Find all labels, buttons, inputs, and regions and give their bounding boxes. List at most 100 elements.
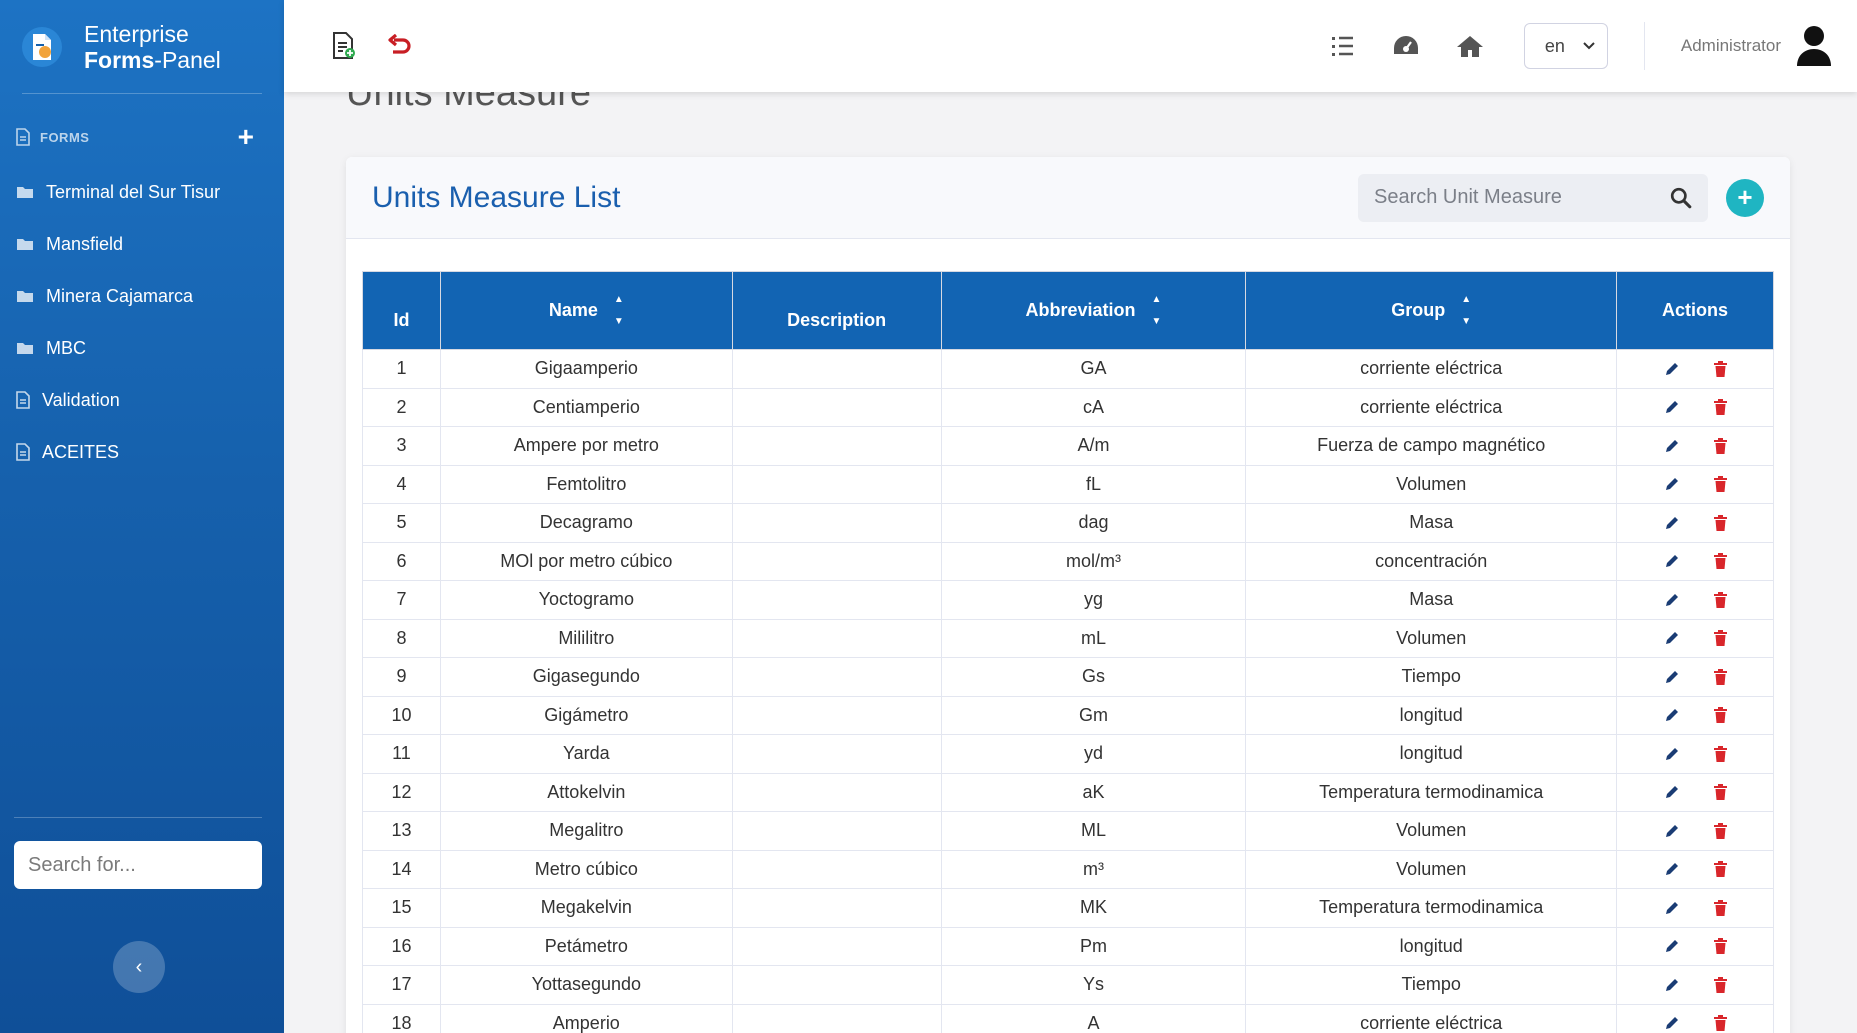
delete-icon[interactable] [1713,591,1727,608]
sidebar-item-minera-cajamarca[interactable]: Minera Cajamarca [0,270,284,322]
delete-icon[interactable] [1713,745,1727,762]
edit-icon[interactable] [1664,669,1680,685]
user-avatar-icon[interactable] [1795,25,1833,67]
cell-actions [1616,734,1774,774]
dashboard-icon[interactable] [1388,28,1424,64]
undo-icon[interactable] [386,34,412,58]
sidebar-item-validation[interactable]: Validation [0,374,284,426]
cell-abbreviation: Gm [940,696,1247,735]
cell-abbreviation: mL [940,619,1247,658]
cell-group: Volumen [1245,811,1618,851]
edit-icon[interactable] [1664,476,1680,492]
list-icon[interactable] [1324,28,1360,64]
cell-name: Amperio [439,1004,733,1033]
cell-id: 3 [362,426,441,466]
search-icon[interactable] [1670,187,1692,209]
sidebar-toggle-button[interactable]: ‹ [113,941,165,993]
delete-icon[interactable] [1713,976,1727,993]
cell-abbreviation: fL [940,465,1247,504]
edit-icon[interactable] [1664,784,1680,800]
column-header-group[interactable]: Group ▲ ▼ [1245,271,1618,350]
cell-group: corriente eléctrica [1245,349,1618,389]
cell-name: Centiamperio [439,388,733,427]
delete-icon[interactable] [1713,1015,1727,1032]
edit-icon[interactable] [1664,938,1680,954]
sidebar-item-mansfield[interactable]: Mansfield [0,218,284,270]
edit-icon[interactable] [1664,1015,1680,1031]
sidebar-item-label: Minera Cajamarca [46,285,194,306]
edit-icon[interactable] [1664,630,1680,646]
edit-icon[interactable] [1664,861,1680,877]
edit-icon[interactable] [1664,746,1680,762]
edit-icon[interactable] [1664,515,1680,531]
user-name[interactable]: Administrator [1681,36,1781,56]
cell-id: 5 [362,503,441,543]
cell-name: Yoctogramo [439,580,733,620]
column-header-label: Name [548,300,598,320]
cell-description [731,927,942,966]
delete-icon[interactable] [1713,476,1727,493]
delete-icon[interactable] [1713,437,1727,454]
cell-actions [1616,542,1774,581]
brand-title: Enterprise [84,20,189,47]
delete-icon[interactable] [1713,822,1727,839]
unit-search [1358,173,1708,222]
add-unit-button[interactable]: + [1726,178,1764,217]
edit-icon[interactable] [1664,707,1680,723]
delete-icon[interactable] [1713,707,1727,724]
delete-icon[interactable] [1713,938,1727,955]
language-select[interactable]: en [1523,23,1608,69]
edit-icon[interactable] [1664,438,1680,454]
delete-icon[interactable] [1713,630,1727,647]
edit-icon[interactable] [1664,361,1680,377]
edit-icon[interactable] [1664,553,1680,569]
cell-description [731,388,942,427]
cell-name: Decagramo [439,503,733,543]
edit-icon[interactable] [1664,900,1680,916]
sidebar-item-aceites[interactable]: ACEITES [0,426,284,478]
sidebar-item-mbc[interactable]: MBC [0,322,284,374]
edit-icon[interactable] [1664,592,1680,608]
delete-icon[interactable] [1713,899,1727,916]
new-document-icon[interactable] [332,32,356,60]
cell-description [731,503,942,543]
sort-icon[interactable]: ▲ ▼ [1152,294,1162,326]
delete-icon[interactable] [1713,360,1727,377]
folder-icon [16,185,34,199]
cell-description [731,426,942,466]
column-header-name[interactable]: Name ▲ ▼ [439,271,733,350]
table-row: 13 Megalitro ML Volumen [362,811,1774,851]
sidebar-item-terminal-del-sur-tisur[interactable]: Terminal del Sur Tisur [0,166,284,218]
brand[interactable]: Enterprise Forms-Panel [0,0,284,93]
delete-icon[interactable] [1713,784,1727,801]
file-icon [16,391,30,409]
sidebar-search-input[interactable] [14,841,262,889]
cell-abbreviation: yd [940,734,1247,774]
cell-actions [1616,619,1774,658]
edit-icon[interactable] [1664,977,1680,993]
column-header-abbreviation[interactable]: Abbreviation ▲ ▼ [940,271,1247,350]
column-header-label: Group [1391,300,1446,320]
sort-icon[interactable]: ▲ ▼ [1461,294,1471,326]
table-row: 2 Centiamperio cA corriente eléctrica [362,388,1774,427]
add-form-button[interactable]: + [238,121,254,153]
chevron-left-icon: ‹ [135,955,143,978]
home-icon[interactable] [1452,28,1488,64]
edit-icon[interactable] [1664,399,1680,415]
delete-icon[interactable] [1713,668,1727,685]
delete-icon[interactable] [1713,861,1727,878]
table-row: 15 Megakelvin MK Temperatura termodinamica [362,888,1774,928]
cell-abbreviation: mol/m³ [940,542,1247,581]
folder-icon [16,289,34,303]
edit-icon[interactable] [1664,823,1680,839]
card-header: Units Measure List + [346,157,1790,239]
cell-id: 1 [362,349,441,389]
unit-search-input[interactable] [1374,186,1670,209]
table-row: 9 Gigasegundo Gs Tiempo [362,657,1774,697]
delete-icon[interactable] [1713,553,1727,570]
cell-group: concentración [1245,542,1618,581]
delete-icon[interactable] [1713,514,1727,531]
sort-icon[interactable]: ▲ ▼ [614,294,624,326]
brand-subtitle: -Panel [154,46,221,73]
delete-icon[interactable] [1713,399,1727,416]
